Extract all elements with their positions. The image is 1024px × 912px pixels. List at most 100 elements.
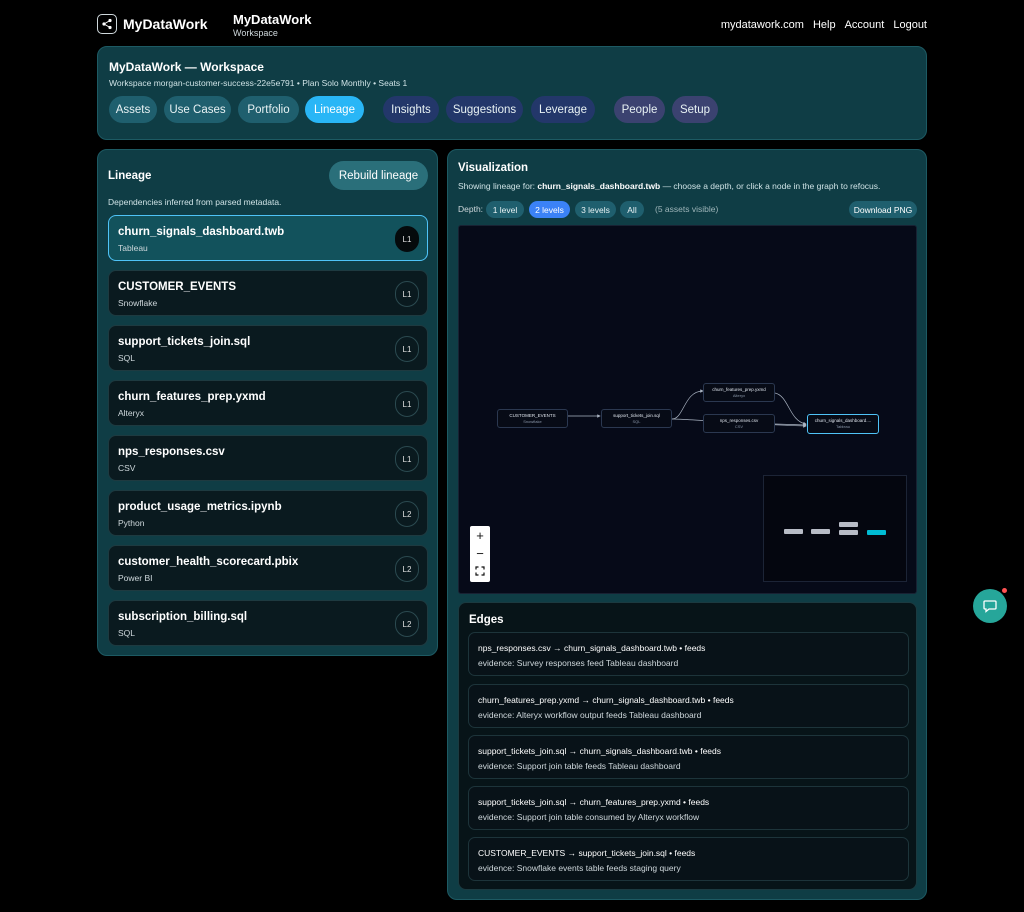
share-logo-icon — [97, 14, 117, 34]
zoom-out-button[interactable]: − — [470, 544, 490, 562]
focused-asset: churn_signals_dashboard.twb — [537, 181, 661, 191]
edge-item: CUSTOMER_EVENTS → support_tickets_join.s… — [468, 837, 909, 881]
edge-evidence: evidence: Support join table feeds Table… — [478, 761, 681, 771]
visualization-subtitle: Showing lineage for: churn_signals_dashb… — [458, 181, 880, 191]
node-type: CSV — [734, 423, 744, 429]
asset-type: Power BI — [118, 573, 153, 583]
minimap-node-selected — [867, 530, 886, 535]
site-link[interactable]: mydatawork.com — [721, 19, 804, 31]
zoom-in-button[interactable]: + — [470, 526, 490, 544]
subtitle-suffix: — choose a depth, or click a node in the… — [660, 181, 881, 191]
rebuild-lineage-button[interactable]: Rebuild lineage — [329, 161, 428, 190]
node-type: SQL — [632, 418, 641, 424]
graph-edge — [671, 389, 704, 420]
chat-bubble-icon — [983, 600, 997, 613]
lineage-subtitle: Dependencies inferred from parsed metada… — [108, 197, 282, 207]
visible-count: (5 assets visible) — [655, 204, 719, 214]
chat-button[interactable] — [973, 589, 1007, 623]
help-link[interactable]: Help — [813, 19, 836, 31]
tab-portfolio[interactable]: Portfolio — [238, 96, 299, 123]
edge-item: support_tickets_join.sql → churn_feature… — [468, 786, 909, 830]
edge-relation: support_tickets_join.sql → churn_feature… — [478, 797, 710, 807]
level-badge: L1 — [395, 226, 419, 252]
depth-label: Depth: — [458, 204, 484, 214]
edge-evidence: evidence: Alteryx workflow output feeds … — [478, 710, 702, 720]
graph-node[interactable]: churn_features_prep.yxmd Alteryx — [703, 383, 775, 402]
tab-assets[interactable]: Assets — [109, 96, 157, 123]
node-name: churn_features_prep.yxmd — [712, 387, 766, 392]
graph-node-selected[interactable]: churn_signals_dashboard.... Tableau — [807, 414, 879, 434]
node-name: CUSTOMER_EVENTS — [509, 413, 556, 418]
subtitle-prefix: Showing lineage for: — [458, 181, 538, 191]
asset-item[interactable]: nps_responses.csv CSV L1 — [108, 435, 428, 481]
asset-item[interactable]: support_tickets_join.sql SQL L1 — [108, 325, 428, 371]
depth-all-button[interactable]: All — [620, 201, 644, 218]
edge-relation: nps_responses.csv → churn_signals_dashbo… — [478, 643, 706, 653]
top-bar: MyDataWork MyDataWork Workspace mydatawo… — [0, 0, 1024, 46]
edge-evidence: evidence: Survey responses feed Tableau … — [478, 658, 679, 668]
workspace-title: MyDataWork — [233, 12, 312, 27]
asset-name: CUSTOMER_EVENTS — [118, 281, 237, 293]
fit-view-icon[interactable] — [470, 562, 490, 580]
asset-item[interactable]: customer_health_scorecard.pbix Power BI … — [108, 545, 428, 591]
level-badge: L1 — [395, 281, 419, 307]
workspace-header: MyDataWork — Workspace Workspace morgan-… — [97, 46, 927, 140]
tab-leverage[interactable]: Leverage — [531, 96, 595, 123]
tab-setup[interactable]: Setup — [672, 96, 718, 123]
depth-3-levels-button[interactable]: 3 levels — [575, 201, 616, 218]
asset-item[interactable]: CUSTOMER_EVENTS Snowflake L1 — [108, 270, 428, 316]
asset-item[interactable]: churn_features_prep.yxmd Alteryx L1 — [108, 380, 428, 426]
edge-item: churn_features_prep.yxmd → churn_signals… — [468, 684, 909, 728]
graph-minimap[interactable] — [763, 475, 907, 582]
node-type: Snowflake — [523, 418, 542, 424]
edge-relation: churn_features_prep.yxmd → churn_signals… — [478, 695, 734, 705]
graph-node[interactable]: support_tickets_join.sql SQL — [601, 409, 672, 428]
depth-1-level-button[interactable]: 1 level — [486, 201, 524, 218]
asset-type: Python — [118, 518, 145, 528]
visualization-panel: Visualization Showing lineage for: churn… — [447, 149, 927, 900]
level-badge: L1 — [395, 391, 419, 417]
tab-use-cases[interactable]: Use Cases — [164, 96, 231, 123]
lineage-graph[interactable]: CUSTOMER_EVENTS Snowflake support_ticket… — [458, 225, 917, 594]
asset-type: Snowflake — [118, 298, 158, 308]
minimap-node — [811, 529, 830, 534]
top-links: mydatawork.com Help Account Logout — [721, 19, 927, 31]
tab-lineage[interactable]: Lineage — [305, 96, 364, 123]
lineage-title: Lineage — [108, 170, 152, 182]
graph-node[interactable]: CUSTOMER_EVENTS Snowflake — [497, 409, 568, 428]
asset-type: Alteryx — [118, 408, 144, 418]
asset-type: SQL — [118, 628, 136, 638]
edges-title: Edges — [469, 614, 504, 626]
edge-relation: support_tickets_join.sql → churn_signals… — [478, 746, 722, 756]
tab-suggestions[interactable]: Suggestions — [446, 96, 523, 123]
edge-evidence: evidence: Support join table consumed by… — [478, 812, 700, 822]
page-title: MyDataWork — Workspace — [109, 60, 264, 74]
visualization-title: Visualization — [458, 162, 529, 174]
level-badge: L1 — [395, 446, 419, 472]
download-png-button[interactable]: Download PNG — [849, 201, 917, 218]
lineage-panel: Lineage Rebuild lineage Dependencies inf… — [97, 149, 438, 656]
logout-link[interactable]: Logout — [893, 19, 927, 31]
asset-name: customer_health_scorecard.pbix — [118, 556, 299, 568]
asset-name: support_tickets_join.sql — [118, 336, 251, 348]
account-link[interactable]: Account — [845, 19, 885, 31]
node-name: nps_responses.csv — [719, 418, 759, 423]
zoom-controls: + − — [470, 526, 490, 582]
node-name: support_tickets_join.sql — [613, 413, 660, 418]
graph-node[interactable]: nps_responses.csv CSV — [703, 414, 775, 433]
depth-2-levels-button[interactable]: 2 levels — [529, 201, 570, 218]
node-type: Tableau — [835, 423, 850, 429]
tab-insights[interactable]: Insights — [383, 96, 439, 123]
level-badge: L2 — [395, 501, 419, 527]
tab-people[interactable]: People — [614, 96, 665, 123]
graph-edge — [774, 392, 807, 426]
level-badge: L2 — [395, 556, 419, 582]
asset-item[interactable]: product_usage_metrics.ipynb Python L2 — [108, 490, 428, 536]
brand-name[interactable]: MyDataWork — [123, 16, 208, 32]
asset-item[interactable]: churn_signals_dashboard.twb Tableau L1 — [108, 215, 428, 261]
asset-item[interactable]: subscription_billing.sql SQL L2 — [108, 600, 428, 646]
edge-evidence: evidence: Snowflake events table feeds s… — [478, 863, 681, 873]
workspace-meta: Workspace morgan-customer-success-22e5e7… — [109, 78, 408, 88]
asset-name: product_usage_metrics.ipynb — [118, 501, 282, 513]
asset-type: CSV — [118, 463, 136, 473]
